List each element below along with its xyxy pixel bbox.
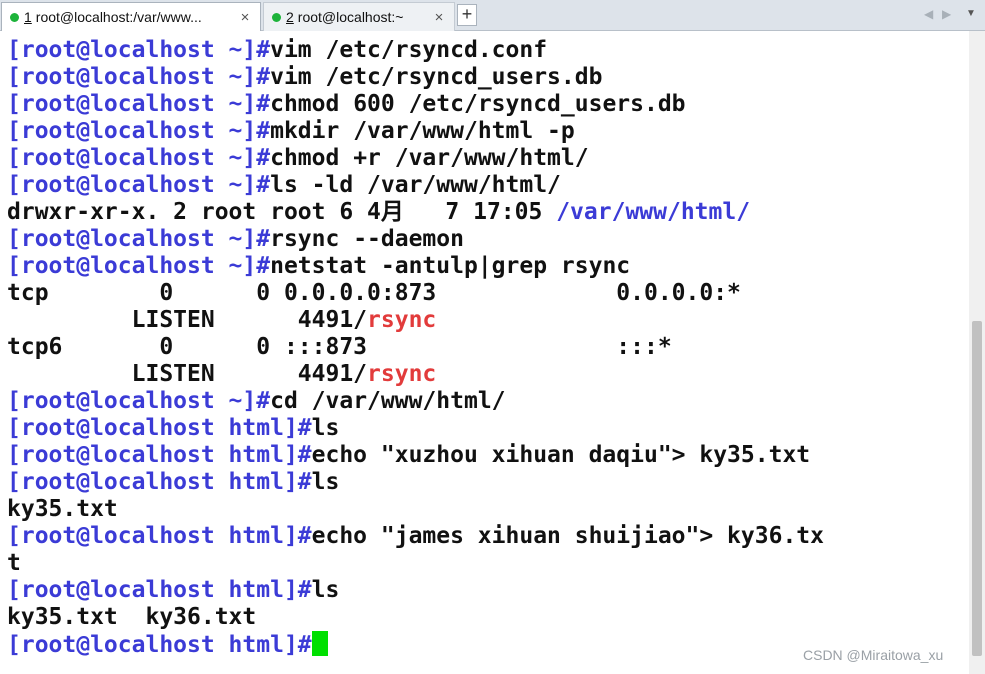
output-text: LISTEN 4491/	[7, 307, 368, 333]
connected-status-icon	[272, 12, 281, 22]
shell-prompt: [root@localhost ~]#	[7, 91, 271, 117]
command-text: netstat -antulp|grep rsync	[270, 253, 631, 279]
command-text: echo "james xihuan shuijiao"> ky36.tx	[311, 523, 824, 549]
shell-prompt: [root@localhost ~]#	[7, 172, 271, 198]
scroll-tabs-left-icon[interactable]: ◀	[924, 7, 933, 21]
shell-prompt: [root@localhost ~]#	[7, 64, 271, 90]
close-icon[interactable]: ×	[236, 9, 254, 26]
process-name: rsync	[367, 361, 437, 387]
command-text: ls	[311, 469, 340, 495]
output-text: ky35.txt	[7, 496, 118, 522]
new-tab-button[interactable]: +	[457, 4, 477, 26]
output-text: tcp 0 0 0.0.0.0:873 0.0.0.0:*	[7, 280, 741, 306]
output-text: tcp6 0 0 :::873 :::*	[7, 334, 672, 360]
shell-prompt: [root@localhost ~]#	[7, 145, 271, 171]
shell-prompt: [root@localhost ~]#	[7, 388, 271, 414]
command-text: vim /etc/rsyncd.conf	[270, 37, 548, 63]
terminal-line: ky35.txt	[7, 496, 969, 523]
terminal-line: [root@localhost ~]#cd /var/www/html/	[7, 388, 969, 415]
tab-number: 2	[286, 9, 294, 25]
connected-status-icon	[10, 12, 19, 22]
directory-name: /var/www/html/	[556, 199, 751, 225]
command-text: rsync --daemon	[270, 226, 464, 252]
shell-prompt: [root@localhost html]#	[7, 469, 312, 495]
vertical-scrollbar[interactable]	[969, 31, 985, 674]
terminal-line: [root@localhost ~]#netstat -antulp|grep …	[7, 253, 969, 280]
shell-prompt: [root@localhost html]#	[7, 632, 312, 658]
terminal-line: t	[7, 550, 969, 577]
text-cursor	[311, 631, 328, 656]
terminal-line: tcp 0 0 0.0.0.0:873 0.0.0.0:*	[7, 280, 969, 307]
command-text: vim /etc/rsyncd_users.db	[270, 64, 603, 90]
terminal-line: [root@localhost ~]#rsync --daemon	[7, 226, 969, 253]
shell-prompt: [root@localhost html]#	[7, 442, 312, 468]
shell-prompt: [root@localhost ~]#	[7, 253, 271, 279]
terminal-line: [root@localhost ~]#ls -ld /var/www/html/	[7, 172, 969, 199]
tab-number: 1	[24, 9, 32, 25]
command-text: mkdir /var/www/html -p	[270, 118, 575, 144]
terminal-line: [root@localhost html]#echo "xuzhou xihua…	[7, 442, 969, 469]
terminal-line: [root@localhost html]#ls	[7, 577, 969, 604]
command-text: echo "xuzhou xihuan daqiu"> ky35.txt	[311, 442, 811, 468]
shell-prompt: [root@localhost html]#	[7, 415, 312, 441]
terminal-output[interactable]: [root@localhost ~]#vim /etc/rsyncd.conf[…	[0, 31, 969, 674]
output-text: LISTEN 4491/	[7, 361, 368, 387]
terminal-line: [root@localhost html]#ls	[7, 415, 969, 442]
tab-session-1[interactable]: 1 root@localhost:/var/www... ×	[1, 2, 261, 31]
output-text: t	[7, 550, 21, 576]
command-text: chmod 600 /etc/rsyncd_users.db	[270, 91, 686, 117]
tab-session-2[interactable]: 2 root@localhost:~ ×	[263, 2, 455, 31]
tab-title: root@localhost:~	[297, 9, 404, 25]
shell-prompt: [root@localhost ~]#	[7, 118, 271, 144]
shell-prompt: [root@localhost html]#	[7, 577, 312, 603]
command-text: chmod +r /var/www/html/	[270, 145, 589, 171]
terminal-line: [root@localhost ~]#mkdir /var/www/html -…	[7, 118, 969, 145]
terminal-line: [root@localhost html]#echo "james xihuan…	[7, 523, 969, 550]
close-icon[interactable]: ×	[430, 9, 448, 26]
terminal-line: [root@localhost ~]#vim /etc/rsyncd.conf	[7, 37, 969, 64]
tab-bar: 1 root@localhost:/var/www... × 2 root@lo…	[0, 0, 985, 31]
terminal-line: ky35.txt ky36.txt	[7, 604, 969, 631]
tab-list-menu-icon[interactable]: ▼	[966, 8, 976, 19]
process-name: rsync	[367, 307, 437, 333]
shell-prompt: [root@localhost ~]#	[7, 226, 271, 252]
scrollbar-thumb[interactable]	[972, 321, 982, 656]
terminal-line: [root@localhost ~]#chmod +r /var/www/htm…	[7, 145, 969, 172]
terminal-line: [root@localhost html]#ls	[7, 469, 969, 496]
terminal-line: LISTEN 4491/rsync	[7, 307, 969, 334]
output-text: ky35.txt ky36.txt	[7, 604, 257, 630]
watermark: CSDN @Miraitowa_xu	[803, 647, 944, 663]
shell-prompt: [root@localhost html]#	[7, 523, 312, 549]
terminal-line: drwxr-xr-x. 2 root root 6 4月 7 17:05 /va…	[7, 199, 969, 226]
terminal-line: [root@localhost ~]#chmod 600 /etc/rsyncd…	[7, 91, 969, 118]
terminal-line: LISTEN 4491/rsync	[7, 361, 969, 388]
output-text: drwxr-xr-x. 2 root root 6 4月 7 17:05	[7, 199, 557, 225]
command-text: ls	[311, 415, 340, 441]
command-text: cd /var/www/html/	[270, 388, 506, 414]
terminal-line: [root@localhost ~]#vim /etc/rsyncd_users…	[7, 64, 969, 91]
terminal-line: tcp6 0 0 :::873 :::*	[7, 334, 969, 361]
tab-title: root@localhost:/var/www...	[35, 9, 202, 25]
command-text: ls	[311, 577, 340, 603]
scroll-tabs-right-icon[interactable]: ▶	[942, 7, 951, 21]
command-text: ls -ld /var/www/html/	[270, 172, 561, 198]
shell-prompt: [root@localhost ~]#	[7, 37, 271, 63]
